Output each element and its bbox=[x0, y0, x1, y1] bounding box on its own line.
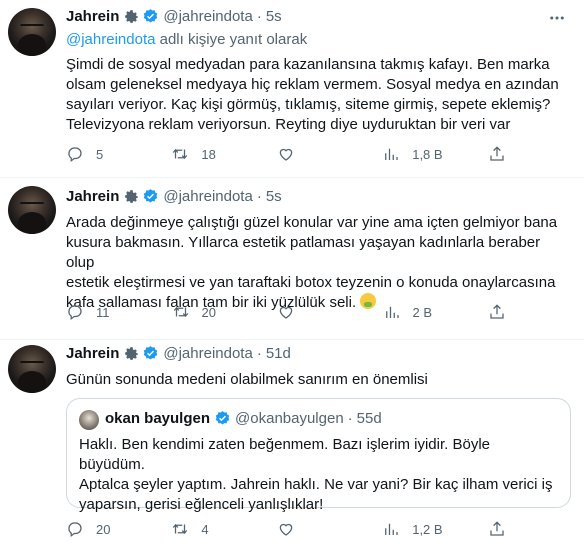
like-icon bbox=[279, 148, 293, 161]
reply-context-text: adlı kişiye yanıt olarak bbox=[155, 31, 308, 48]
tweet-text: Arada değinmeye çalıştığı güzel konular … bbox=[66, 213, 571, 313]
tweet-header: Jahrein @jahreindota · 5s bbox=[66, 8, 282, 25]
tweet-text: Günün sonunda medeni olabilmek sanırım e… bbox=[66, 370, 571, 390]
like-icon bbox=[279, 306, 293, 319]
retweet-count: 4 bbox=[201, 521, 209, 537]
action-bar: 5 18 1,8 B bbox=[66, 145, 506, 163]
reply-count: 20 bbox=[96, 521, 111, 537]
tweet-text-line: kusura bakmasın. Yıllarca estetik patlam… bbox=[66, 234, 541, 271]
tweet-1[interactable]: Jahrein @jahreindota · 5s @jahreindota a… bbox=[0, 0, 584, 177]
avatar[interactable] bbox=[8, 345, 56, 393]
gear-icon bbox=[125, 347, 139, 360]
retweet-icon bbox=[173, 306, 188, 318]
share-icon bbox=[490, 521, 504, 536]
reply-button[interactable]: 20 bbox=[66, 520, 126, 538]
author-name[interactable]: Jahrein bbox=[66, 188, 119, 205]
separator-dot: · bbox=[256, 188, 262, 205]
share-icon bbox=[490, 304, 504, 319]
gear-icon bbox=[125, 190, 139, 203]
tweet-text-line: estetik eleştirmesi ve yan taraftaki bot… bbox=[66, 274, 556, 291]
avatar[interactable] bbox=[8, 186, 56, 234]
reply-mention-link[interactable]: @jahreindota bbox=[66, 31, 155, 48]
quoted-author-name: okan bayulgen bbox=[105, 410, 211, 427]
timestamp[interactable]: 5s bbox=[266, 8, 282, 25]
views-button[interactable]: 1,8 B bbox=[382, 145, 443, 163]
timestamp[interactable]: 51d bbox=[266, 345, 291, 362]
share-button[interactable] bbox=[488, 303, 506, 321]
reply-count: 11 bbox=[96, 304, 110, 320]
verified-badge-icon bbox=[144, 346, 158, 360]
quoted-timestamp: 55d bbox=[356, 410, 382, 427]
share-button[interactable] bbox=[488, 145, 506, 163]
like-button[interactable] bbox=[277, 145, 337, 163]
tweet-text-line: olsam geleneksel medyaya hiç reklam verm… bbox=[66, 76, 559, 93]
reply-button[interactable]: 11 bbox=[66, 303, 126, 321]
more-icon[interactable] bbox=[548, 9, 566, 27]
tweet-2[interactable]: Jahrein @jahreindota · 5s Arada değinmey… bbox=[0, 178, 584, 339]
tweet-text-line: sayıları veriyor. Kaç kişi görmüş, tıkla… bbox=[66, 96, 551, 113]
retweet-count: 20 bbox=[201, 304, 216, 320]
share-icon bbox=[490, 146, 504, 161]
retweet-count: 18 bbox=[201, 146, 216, 162]
reply-icon bbox=[68, 305, 82, 321]
quoted-tweet-card[interactable]: okan bayulgen @okanbayulgen · 55d Haklı.… bbox=[66, 398, 571, 513]
share-button[interactable] bbox=[488, 520, 506, 538]
quoted-text-line: yaparsın, gerisi eğlenceli yanlışlıklar! bbox=[79, 496, 324, 513]
verified-badge-icon bbox=[144, 189, 158, 203]
separator-dot: · bbox=[256, 345, 262, 362]
reply-context: @jahreindota adlı kişiye yanıt olarak bbox=[66, 31, 307, 48]
quoted-tweet-text: Haklı. Ben kendimi zaten beğenmem. Bazı … bbox=[79, 435, 559, 515]
tweet-text: Şimdi de sosyal medyadan para kazanılans… bbox=[66, 55, 571, 135]
quoted-author-handle: @okanbayulgen bbox=[235, 410, 344, 427]
like-button[interactable] bbox=[277, 520, 337, 538]
tweet-header: Jahrein @jahreindota · 51d bbox=[66, 345, 291, 362]
like-icon bbox=[279, 523, 293, 536]
quoted-tweet-header: okan bayulgen @okanbayulgen · 55d bbox=[105, 410, 382, 427]
author-name[interactable]: Jahrein bbox=[66, 8, 119, 25]
reply-button[interactable]: 5 bbox=[66, 145, 126, 163]
separator-dot: · bbox=[347, 410, 353, 427]
quoted-text-line: Haklı. Ben kendimi zaten beğenmem. Bazı … bbox=[79, 436, 491, 473]
author-handle[interactable]: @jahreindota bbox=[163, 345, 252, 362]
verified-badge-icon bbox=[215, 411, 230, 425]
reply-count: 5 bbox=[96, 146, 104, 162]
views-icon bbox=[385, 148, 398, 160]
retweet-button[interactable]: 20 bbox=[172, 303, 232, 321]
author-name[interactable]: Jahrein bbox=[66, 345, 119, 362]
views-count: 1,8 B bbox=[412, 146, 443, 162]
tweet-header: Jahrein @jahreindota · 5s bbox=[66, 188, 282, 205]
tweet-text-line: Televizyona reklam veriyorsun. Reyting d… bbox=[66, 116, 511, 133]
gear-icon bbox=[125, 10, 139, 23]
avatar[interactable] bbox=[8, 8, 56, 56]
retweet-icon bbox=[173, 523, 188, 535]
views-button[interactable]: 2 B bbox=[383, 303, 443, 321]
views-icon bbox=[385, 306, 399, 318]
action-bar: 11 20 2 B bbox=[66, 303, 506, 321]
tweet-text-line: Şimdi de sosyal medyadan para kazanılans… bbox=[66, 56, 550, 73]
like-button[interactable] bbox=[277, 303, 337, 321]
verified-badge-icon bbox=[144, 9, 158, 23]
timestamp[interactable]: 5s bbox=[266, 188, 282, 205]
action-bar: 20 4 1,2 B bbox=[66, 520, 506, 538]
views-count: 2 B bbox=[412, 304, 433, 320]
views-count: 1,2 B bbox=[412, 521, 443, 537]
views-button[interactable]: 1,2 B bbox=[382, 520, 443, 538]
reply-icon bbox=[68, 147, 82, 163]
author-handle[interactable]: @jahreindota bbox=[163, 8, 252, 25]
quoted-text-line: Aptalca şeyler yaptım. Jahrein haklı. Ne… bbox=[79, 476, 553, 493]
quoted-avatar[interactable] bbox=[79, 410, 99, 430]
retweet-button[interactable]: 18 bbox=[171, 145, 231, 163]
tweet-text-line: Arada değinmeye çalıştığı güzel konular … bbox=[66, 214, 558, 231]
separator-dot: · bbox=[256, 8, 262, 25]
retweet-button[interactable]: 4 bbox=[171, 520, 231, 538]
tweet-text-line: Günün sonunda medeni olabilmek sanırım e… bbox=[66, 371, 428, 388]
reply-icon bbox=[68, 522, 82, 538]
author-handle[interactable]: @jahreindota bbox=[163, 188, 252, 205]
views-icon bbox=[385, 523, 398, 535]
retweet-icon bbox=[173, 148, 188, 160]
